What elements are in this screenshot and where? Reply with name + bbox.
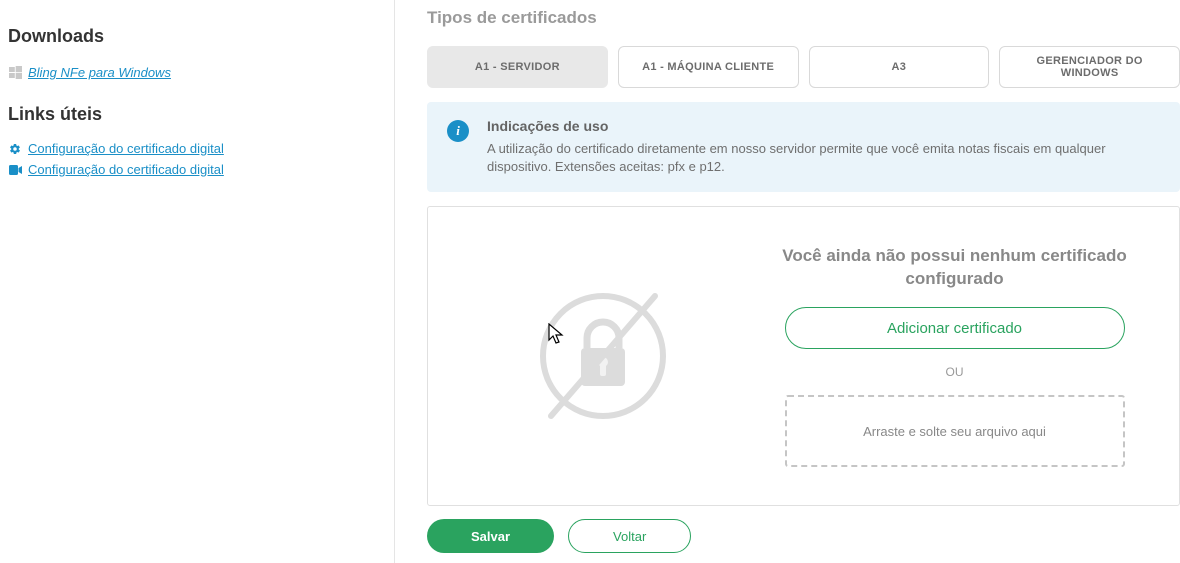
windows-icon <box>8 66 22 80</box>
useful-link-2-row: Configuração do certificado digital <box>8 162 386 177</box>
main-content: Tipos de certificados A1 - SERVIDOR A1 -… <box>395 0 1180 563</box>
useful-links-heading: Links úteis <box>8 104 386 125</box>
certificate-tabs: A1 - SERVIDOR A1 - MÁQUINA CLIENTE A3 GE… <box>427 46 1180 88</box>
gear-icon <box>8 142 22 156</box>
footer-actions: Salvar Voltar <box>427 519 691 553</box>
tab-a1-servidor[interactable]: A1 - SERVIDOR <box>427 46 608 88</box>
drop-zone-hint: Arraste e solte seu arquivo aqui <box>863 424 1046 439</box>
downloads-heading: Downloads <box>8 26 386 47</box>
back-button[interactable]: Voltar <box>568 519 691 553</box>
tab-a1-cliente[interactable]: A1 - MÁQUINA CLIENTE <box>618 46 799 88</box>
section-title: Tipos de certificados <box>427 8 1180 28</box>
download-link[interactable]: Bling NFe para Windows <box>28 65 171 80</box>
video-icon <box>8 163 22 177</box>
file-drop-zone[interactable]: Arraste e solte seu arquivo aqui <box>785 395 1125 467</box>
info-body: A utilização do certificado diretamente … <box>487 140 1160 176</box>
save-button[interactable]: Salvar <box>427 519 554 553</box>
info-title: Indicações de uso <box>487 118 1160 134</box>
or-label: OU <box>946 365 964 379</box>
certificate-panel: Você ainda não possui nenhum certificado… <box>427 206 1180 506</box>
info-icon: i <box>447 120 469 142</box>
empty-illustration <box>458 276 748 436</box>
usage-info-box: i Indicações de uso A utilização do cert… <box>427 102 1180 192</box>
tab-gerenciador-windows[interactable]: GERENCIADOR DO WINDOWS <box>999 46 1180 88</box>
download-item: Bling NFe para Windows <box>8 65 386 80</box>
add-certificate-button[interactable]: Adicionar certificado <box>785 307 1125 349</box>
useful-link-1-row: Configuração do certificado digital <box>8 141 386 156</box>
useful-link-1[interactable]: Configuração do certificado digital <box>28 141 224 156</box>
useful-link-2[interactable]: Configuração do certificado digital <box>28 162 224 177</box>
tab-a3[interactable]: A3 <box>809 46 990 88</box>
no-certificate-title: Você ainda não possui nenhum certificado… <box>768 245 1141 291</box>
sidebar: Downloads Bling NFe para Windows Links ú… <box>0 0 395 563</box>
